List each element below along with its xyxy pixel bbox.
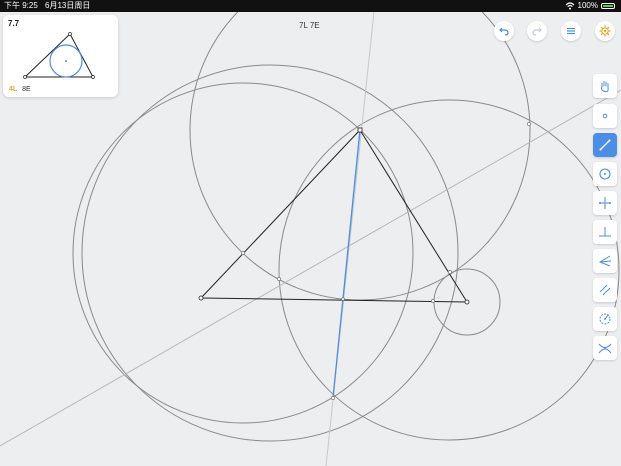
intersection-point[interactable] [341, 297, 345, 301]
line-icon [599, 139, 611, 151]
score-lines: 4L [9, 86, 18, 93]
redo-arrow-icon [532, 27, 542, 36]
vertex-point[interactable] [464, 299, 470, 305]
perpendicular-icon [599, 227, 611, 237]
circle-tool[interactable] [593, 162, 617, 186]
parallel-icon [599, 284, 611, 296]
intersection-point[interactable] [277, 277, 281, 281]
score-elements: 8E [22, 86, 31, 93]
compass-tool[interactable] [593, 307, 617, 331]
intersection-point[interactable] [527, 122, 531, 126]
perpendicular-bisector-tool[interactable] [593, 191, 617, 215]
construction-circle[interactable] [189, 12, 531, 301]
intersection-point[interactable] [431, 299, 435, 303]
triangle-side[interactable] [200, 297, 468, 303]
hamburger-menu-icon [567, 27, 575, 35]
intersection-point[interactable] [241, 251, 245, 255]
menu-button[interactable] [561, 21, 581, 41]
point-icon [602, 113, 608, 119]
level-score: 4L 8E [9, 86, 31, 93]
battery-icon [601, 3, 615, 9]
redo-button[interactable] [527, 21, 547, 41]
status-time-text: 下午 9:25 [4, 1, 38, 10]
intersection-point[interactable] [448, 270, 452, 274]
parallel-tool[interactable] [593, 278, 617, 302]
status-right: 100% [565, 0, 615, 12]
status-bar: 下午 9:25 6月13日周日 100% [0, 0, 621, 12]
undo-arrow-icon [499, 27, 509, 36]
construction-line[interactable] [0, 89, 621, 447]
vertex-point[interactable] [357, 127, 363, 133]
undo-button[interactable] [494, 21, 514, 41]
triangle-side[interactable] [200, 129, 361, 299]
hint-gear-icon [599, 25, 611, 37]
level-preview-card[interactable]: 7.7 4L 8E [3, 15, 118, 97]
move-counter: 7L 7E [299, 21, 320, 30]
move-tool[interactable] [593, 74, 617, 98]
wifi-icon [565, 2, 574, 10]
hint-button[interactable] [595, 21, 615, 41]
vertex-point[interactable] [198, 295, 204, 301]
intersect-icon [598, 343, 612, 354]
intersect-tool[interactable] [593, 336, 617, 360]
goal-preview-diagram [23, 32, 95, 79]
line-tool[interactable] [593, 133, 617, 157]
angle-bisector-tool[interactable] [593, 249, 617, 273]
battery-percent: 100% [577, 1, 598, 10]
angle-bisector-icon [598, 255, 612, 267]
constructed-line[interactable] [332, 129, 361, 399]
compass-icon [599, 313, 611, 325]
construction-circle[interactable] [278, 99, 620, 441]
perpendicular-tool[interactable] [593, 220, 617, 244]
triangle-side[interactable] [359, 129, 468, 303]
status-date-text: 6月13日周日 [45, 1, 91, 10]
intersection-point[interactable] [331, 396, 335, 400]
circle-icon [599, 168, 611, 180]
perpendicular-bisector-icon [599, 197, 611, 209]
hand-icon [601, 81, 609, 93]
construction-circle[interactable] [81, 64, 459, 442]
status-time: 下午 9:25 6月13日周日 [4, 0, 90, 12]
point-tool[interactable] [593, 104, 617, 128]
